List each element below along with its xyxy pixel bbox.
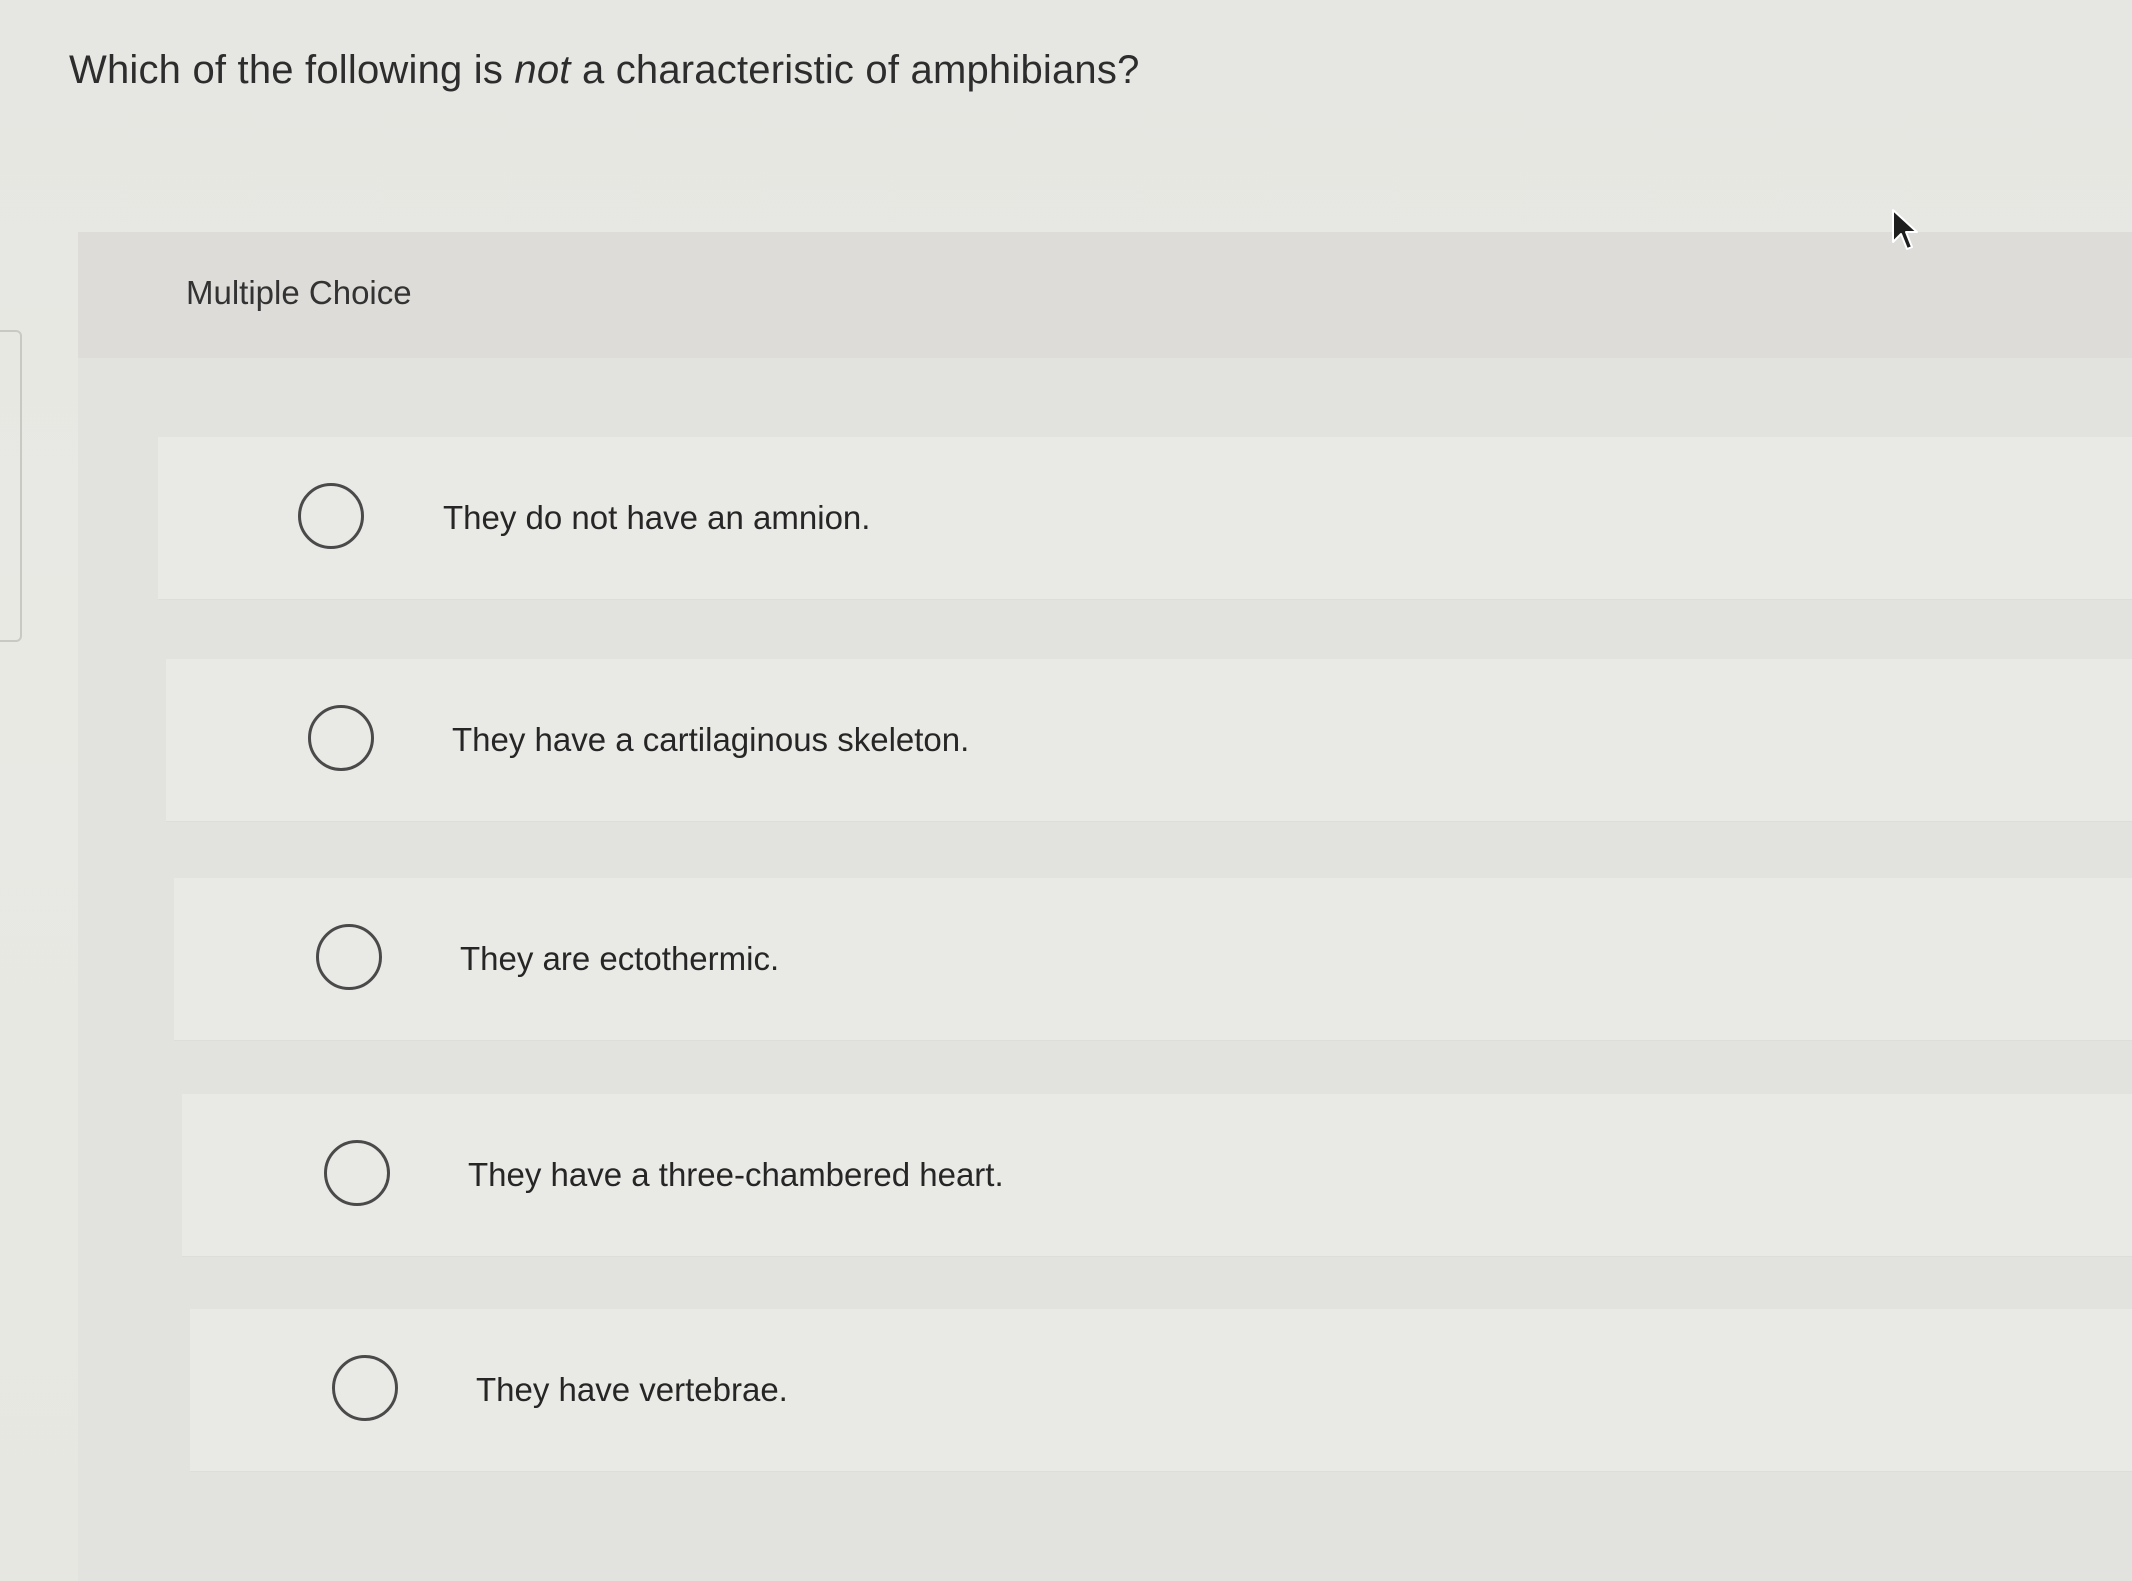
answer-panel-header: Multiple Choice [78,232,2132,358]
answer-option-3[interactable]: They are ectothermic. [174,878,2132,1040]
answer-option-label: They do not have an amnion. [443,499,871,536]
answer-panel: Multiple Choice They do not have an amni… [78,232,2132,1581]
radio-circle-icon[interactable] [298,483,364,549]
answer-option-4[interactable]: They have a three-chambered heart. [182,1094,2132,1256]
question-text-before: Which of the following is [69,48,515,92]
radio-circle-icon[interactable] [324,1140,390,1206]
left-edge-frame [0,330,22,642]
radio-circle-icon[interactable] [308,705,374,771]
answer-option-1[interactable]: They do not have an amnion. [158,437,2132,599]
answer-option-label: They have a three-chambered heart. [468,1156,1004,1193]
question-text-after: a characteristic of amphibians? [570,48,1140,92]
answer-option-5[interactable]: They have vertebrae. [190,1309,2132,1471]
mouse-pointer-icon [1892,209,1918,250]
radio-circle-icon[interactable] [316,924,382,990]
answer-option-2[interactable]: They have a cartilaginous skeleton. [166,659,2132,821]
radio-circle-icon[interactable] [332,1355,398,1421]
answer-option-label: They are ectothermic. [460,940,780,977]
question-type-label: Multiple Choice [186,274,412,311]
question-prompt: Which of the following is not a characte… [69,48,1140,93]
answer-option-label: They have vertebrae. [476,1371,788,1408]
answer-option-label: They have a cartilaginous skeleton. [452,721,970,758]
question-emphasis: not [514,48,571,92]
